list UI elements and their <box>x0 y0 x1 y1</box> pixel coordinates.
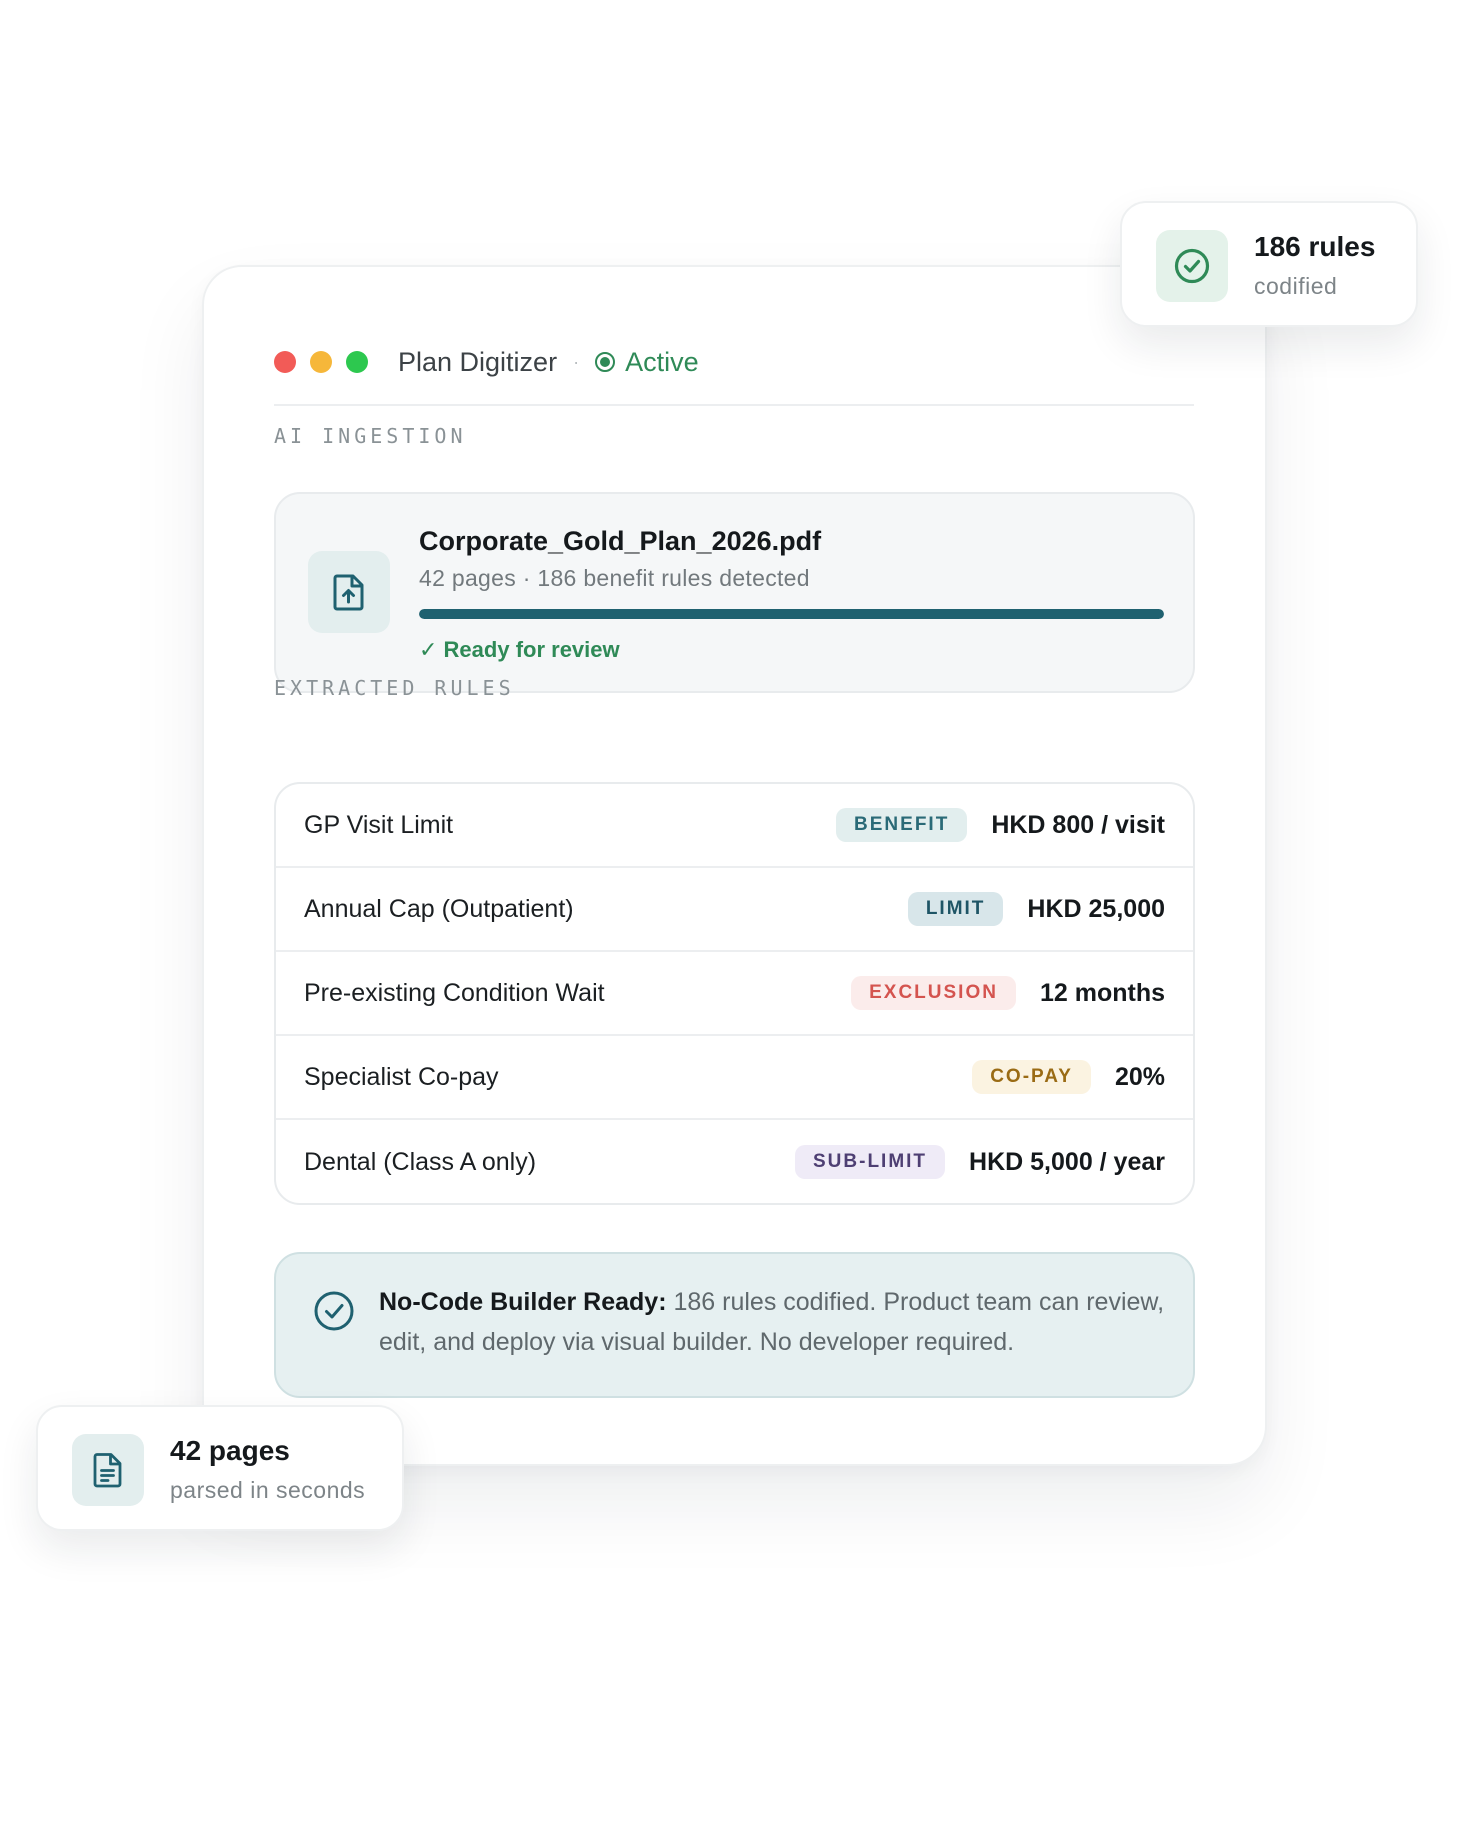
title-separator: · <box>573 351 580 372</box>
rules-table: GP Visit Limit BENEFIT HKD 800 / visit A… <box>274 782 1195 1205</box>
minimize-window-button[interactable] <box>310 351 332 373</box>
notice-title: No-Code Builder Ready: <box>379 1288 667 1316</box>
rules-count: 186 rules <box>1254 231 1376 262</box>
check-circle-icon <box>1156 230 1228 302</box>
rule-type-badge: EXCLUSION <box>851 976 1016 1010</box>
pages-parsed-badge: 42 pages parsed in seconds <box>36 1405 404 1531</box>
rule-value: 20% <box>1114 1062 1165 1091</box>
pages-count-caption: parsed in seconds <box>170 1477 366 1503</box>
rule-row[interactable]: GP Visit Limit BENEFIT HKD 800 / visit <box>276 784 1193 868</box>
rule-type-badge: BENEFIT <box>836 808 968 842</box>
rule-row[interactable]: Pre-existing Condition Wait EXCLUSION 12… <box>276 952 1193 1036</box>
pages-count: 42 pages <box>170 1435 290 1466</box>
rule-name: GP Visit Limit <box>304 810 454 839</box>
maximize-window-button[interactable] <box>346 351 368 373</box>
close-window-button[interactable] <box>274 351 296 373</box>
ingestion-file-card[interactable]: Corporate_Gold_Plan_2026.pdf 42 pages · … <box>274 492 1195 693</box>
rules-count-caption: codified <box>1254 273 1338 299</box>
title-divider <box>274 404 1194 406</box>
extracted-rules-heading: EXTRACTED RULES <box>274 676 515 700</box>
ingestion-progress-fill <box>419 609 1164 619</box>
rule-type-badge: SUB-LIMIT <box>795 1145 946 1179</box>
ready-status: ✓ Ready for review <box>419 637 620 662</box>
file-meta: 42 pages · 186 benefit rules detected <box>419 565 810 591</box>
rule-row[interactable]: Dental (Class A only) SUB-LIMIT HKD 5,00… <box>276 1120 1193 1203</box>
rules-codified-badge: 186 rules codified <box>1120 201 1418 327</box>
document-icon <box>72 1434 144 1506</box>
ai-ingestion-heading: AI INGESTION <box>274 424 467 448</box>
check-circle-icon <box>314 1291 354 1331</box>
builder-ready-notice: No-Code Builder Ready: 186 rules codifie… <box>274 1252 1195 1398</box>
rule-value: 12 months <box>1039 978 1165 1007</box>
file-name: Corporate_Gold_Plan_2026.pdf <box>419 526 822 556</box>
file-upload-icon <box>308 551 390 633</box>
ingestion-progress-bar <box>419 609 1164 619</box>
rule-value: HKD 5,000 / year <box>969 1147 1165 1176</box>
rule-value: HKD 25,000 <box>1027 894 1165 923</box>
rule-name: Pre-existing Condition Wait <box>304 978 605 1007</box>
rule-row[interactable]: Specialist Co-pay CO-PAY 20% <box>276 1036 1193 1120</box>
app-title: Plan Digitizer <box>398 346 558 377</box>
rule-row[interactable]: Annual Cap (Outpatient) LIMIT HKD 25,000 <box>276 868 1193 952</box>
notice-text: No-Code Builder Ready: 186 rules codifie… <box>379 1282 1169 1362</box>
active-status-icon <box>595 352 616 372</box>
rule-type-badge: CO-PAY <box>972 1060 1091 1094</box>
rule-type-badge: LIMIT <box>907 892 1004 926</box>
rule-name: Dental (Class A only) <box>304 1147 537 1176</box>
window-titlebar: Plan Digitizer · Active <box>274 327 1194 397</box>
rule-name: Annual Cap (Outpatient) <box>304 894 574 923</box>
rule-value: HKD 800 / visit <box>991 810 1165 839</box>
plan-digitizer-window: Plan Digitizer · Active AI INGESTION Cor… <box>202 265 1267 1466</box>
rule-name: Specialist Co-pay <box>304 1062 499 1091</box>
status-label: Active <box>625 346 699 377</box>
